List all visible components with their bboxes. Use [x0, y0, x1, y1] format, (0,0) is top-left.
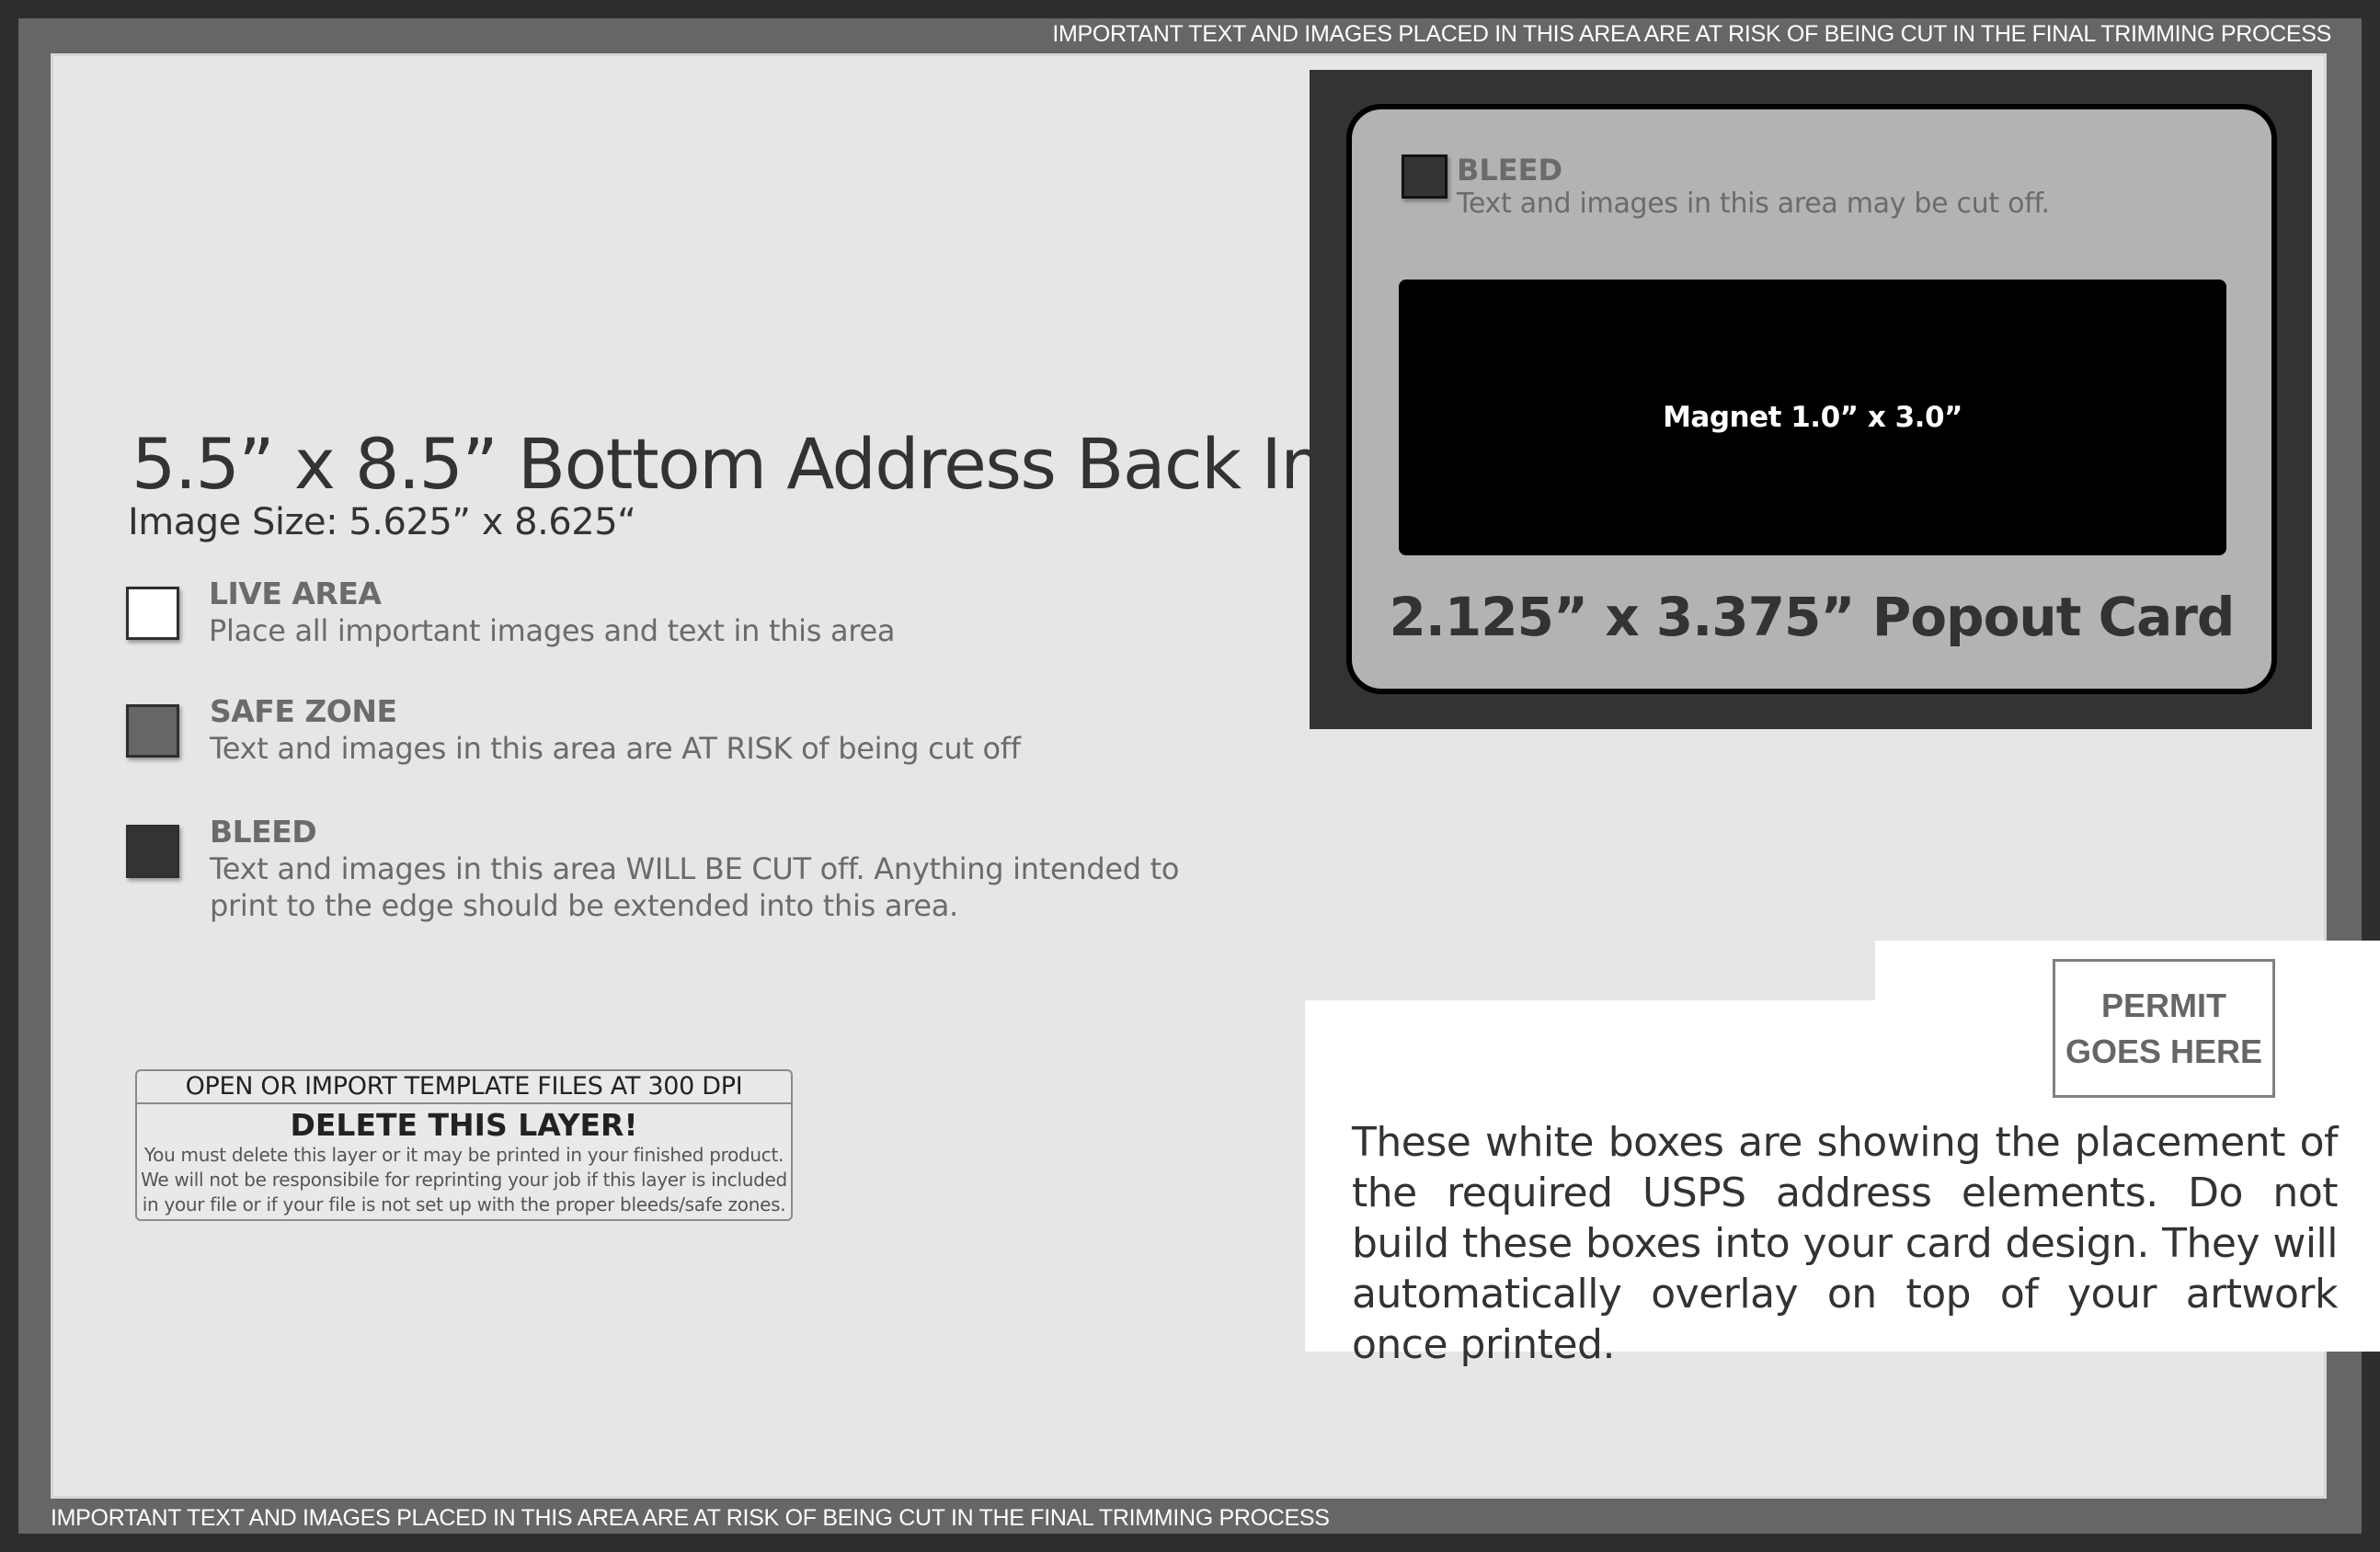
notice-title: DELETE THIS LAYER!	[290, 1107, 638, 1143]
legend-description: Place all important images and text in t…	[209, 613, 896, 648]
card-bleed-swatch	[1402, 154, 1447, 199]
delete-layer-notice: OPEN OR IMPORT TEMPLATE FILES AT 300 DPI…	[135, 1069, 793, 1221]
legend-title: BLEED	[210, 814, 317, 850]
card-bleed-title: BLEED	[1457, 153, 1563, 188]
popout-card: BLEED Text and images in this area may b…	[1346, 104, 2277, 694]
legend-description: Text and images in this area are AT RISK…	[210, 731, 1021, 766]
trim-warning-bottom: IMPORTANT TEXT AND IMAGES PLACED IN THIS…	[51, 1505, 1330, 1531]
legend-title: LIVE AREA	[209, 576, 382, 611]
template-title: 5.5” x 8.5” Bottom Address Back Image	[132, 423, 1474, 505]
notice-body: You must delete this layer or it may be …	[137, 1143, 791, 1217]
usps-note: These white boxes are showing the placem…	[1352, 1119, 2339, 1368]
permit-line: GOES HERE	[2065, 1032, 2263, 1070]
safe-zone-swatch	[126, 704, 179, 758]
popout-card-label: 2.125” x 3.375” Popout Card	[1389, 586, 2236, 648]
permit-line: PERMIT	[2100, 986, 2226, 1024]
permit-indicia: PERMIT GOES HERE	[2053, 959, 2275, 1098]
bleed-swatch	[126, 825, 179, 878]
notice-heading: OPEN OR IMPORT TEMPLATE FILES AT 300 DPI	[137, 1071, 791, 1104]
legend-description: Text and images in this area WILL BE CUT…	[210, 851, 1180, 923]
trim-warning-top: IMPORTANT TEXT AND IMAGES PLACED IN THIS…	[1052, 21, 2331, 47]
notice-line: in your file or if your file is not set …	[142, 1193, 786, 1215]
card-bleed-description: Text and images in this area may be cut …	[1457, 188, 2050, 220]
image-size-label: Image Size: 5.625” x 8.625“	[128, 501, 636, 543]
notice-line: You must delete this layer or it may be …	[143, 1144, 784, 1166]
live-area-swatch	[126, 587, 179, 640]
notice-line: We will not be responsibile for reprinti…	[141, 1169, 787, 1191]
legend-title: SAFE ZONE	[210, 693, 397, 729]
magnet-area: Magnet 1.0” x 3.0”	[1399, 280, 2226, 555]
